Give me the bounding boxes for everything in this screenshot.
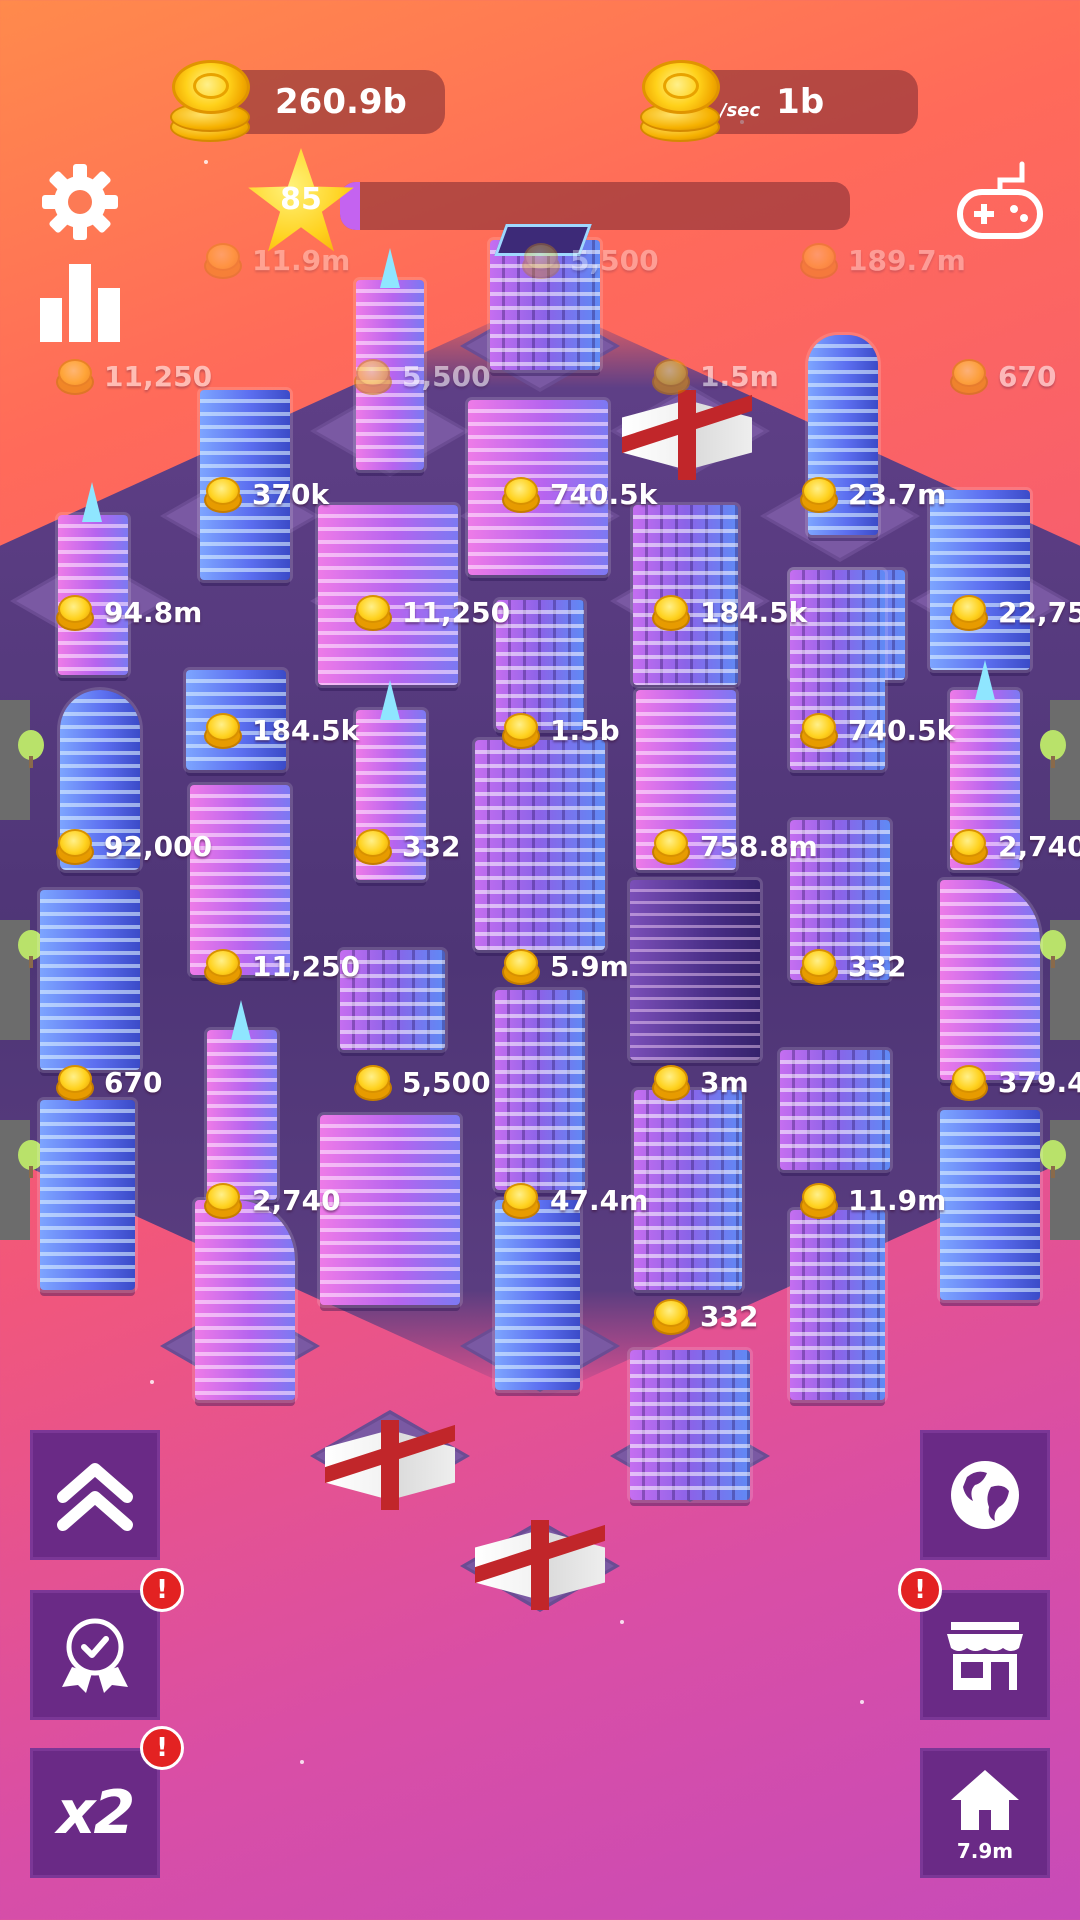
income-label: 332: [800, 946, 906, 986]
building[interactable]: [320, 1115, 460, 1305]
income-label: 332: [652, 1296, 758, 1336]
building[interactable]: [780, 1050, 890, 1170]
sparkle: [300, 1760, 304, 1764]
sparkle: [620, 1620, 624, 1624]
shop-button[interactable]: [920, 1590, 1050, 1720]
building[interactable]: [930, 490, 1030, 670]
gear-icon[interactable]: [40, 162, 120, 242]
income-label: 94.8m: [56, 592, 202, 632]
tree: [1040, 1140, 1066, 1178]
building[interactable]: [475, 740, 605, 950]
building[interactable]: [634, 1090, 742, 1290]
income-label: 1.5b: [502, 710, 620, 750]
globe-button[interactable]: [920, 1430, 1050, 1560]
income-label: 189.7m: [800, 240, 966, 280]
globe-icon: [951, 1461, 1019, 1529]
income-label: 740.5k: [800, 710, 955, 750]
coin-stack-icon: [170, 60, 250, 142]
income-label: 1.5m: [652, 356, 779, 396]
income-label: 670: [950, 356, 1056, 396]
income-label: 740.5k: [502, 474, 657, 514]
income-label: 2,740: [204, 1180, 341, 1220]
building[interactable]: [40, 1100, 135, 1290]
bar-chart-icon[interactable]: [38, 258, 122, 342]
income-label: 3m: [652, 1062, 749, 1102]
level-progress-bar: [340, 182, 850, 230]
building[interactable]: [207, 1030, 277, 1200]
alert-badge: !: [140, 1568, 184, 1612]
award-badge-icon: [62, 1618, 128, 1693]
double-chevron-up-icon: [57, 1463, 133, 1531]
building[interactable]: [940, 880, 1040, 1080]
building[interactable]: [495, 1200, 580, 1390]
income-label: 670: [56, 1062, 162, 1102]
coin-stack-icon: [640, 60, 720, 142]
building[interactable]: [495, 990, 585, 1190]
building-spire: [231, 1000, 251, 1040]
income-label: 184.5k: [204, 710, 359, 750]
total-coins-value: 260.9b: [275, 82, 407, 122]
building-spire: [380, 248, 400, 288]
side-ground: [1050, 1120, 1080, 1240]
side-ground: [0, 700, 30, 820]
income-unit: /sec: [720, 99, 761, 121]
income-label: 11.9m: [204, 240, 350, 280]
income-label: 5,500: [522, 240, 659, 280]
home-value: 7.9m: [956, 1839, 1014, 1863]
income-label: 92,000: [56, 826, 212, 866]
income-label: 11,250: [56, 356, 212, 396]
income-label: 11,250: [354, 592, 510, 632]
side-ground: [0, 1120, 30, 1240]
alert-badge: !: [898, 1568, 942, 1612]
shop-icon: [947, 1622, 1023, 1690]
sparkle: [204, 160, 208, 164]
double-income-button[interactable]: x2: [30, 1748, 160, 1878]
income-rate-value: 1b: [776, 82, 825, 122]
building[interactable]: [940, 1110, 1040, 1300]
income-label: 370k: [204, 474, 329, 514]
income-label: 5,500: [354, 1062, 491, 1102]
achievements-button[interactable]: [30, 1590, 160, 1720]
building[interactable]: [630, 1350, 750, 1500]
building-spire: [975, 660, 995, 700]
income-label: 11.9m: [800, 1180, 946, 1220]
building-spire: [82, 482, 102, 522]
tree: [1040, 730, 1066, 768]
building[interactable]: [790, 1210, 885, 1400]
building[interactable]: [630, 880, 760, 1060]
x2-label: x2: [56, 1778, 135, 1848]
sparkle: [860, 1700, 864, 1704]
building[interactable]: [195, 1200, 295, 1400]
home-icon: [951, 1770, 1019, 1830]
upgrade-button[interactable]: [30, 1430, 160, 1560]
income-rate-pill: /sec 1b: [690, 70, 918, 134]
tree: [1040, 930, 1066, 968]
home-button[interactable]: 7.9m: [920, 1748, 1050, 1878]
building-spire: [380, 680, 400, 720]
income-label: 5,500: [354, 356, 491, 396]
income-label: 23.7m: [800, 474, 946, 514]
gamepad-icon[interactable]: [956, 158, 1044, 240]
income-label: 184.5k: [652, 592, 807, 632]
income-label: 379.4: [950, 1062, 1080, 1102]
gift-box[interactable]: [325, 1410, 455, 1510]
level-number: 85: [280, 182, 322, 217]
income-label: 47.4m: [502, 1180, 648, 1220]
income-label: 758.8m: [652, 826, 818, 866]
tree: [18, 730, 44, 768]
income-label: 5.9m: [502, 946, 629, 986]
sparkle: [150, 1380, 154, 1384]
income-label: 11,250: [204, 946, 360, 986]
gift-box[interactable]: [475, 1510, 605, 1610]
income-label: 332: [354, 826, 460, 866]
income-label: 2,740: [950, 826, 1080, 866]
alert-badge: !: [140, 1726, 184, 1770]
income-label: 22,75: [950, 592, 1080, 632]
building[interactable]: [40, 890, 140, 1070]
